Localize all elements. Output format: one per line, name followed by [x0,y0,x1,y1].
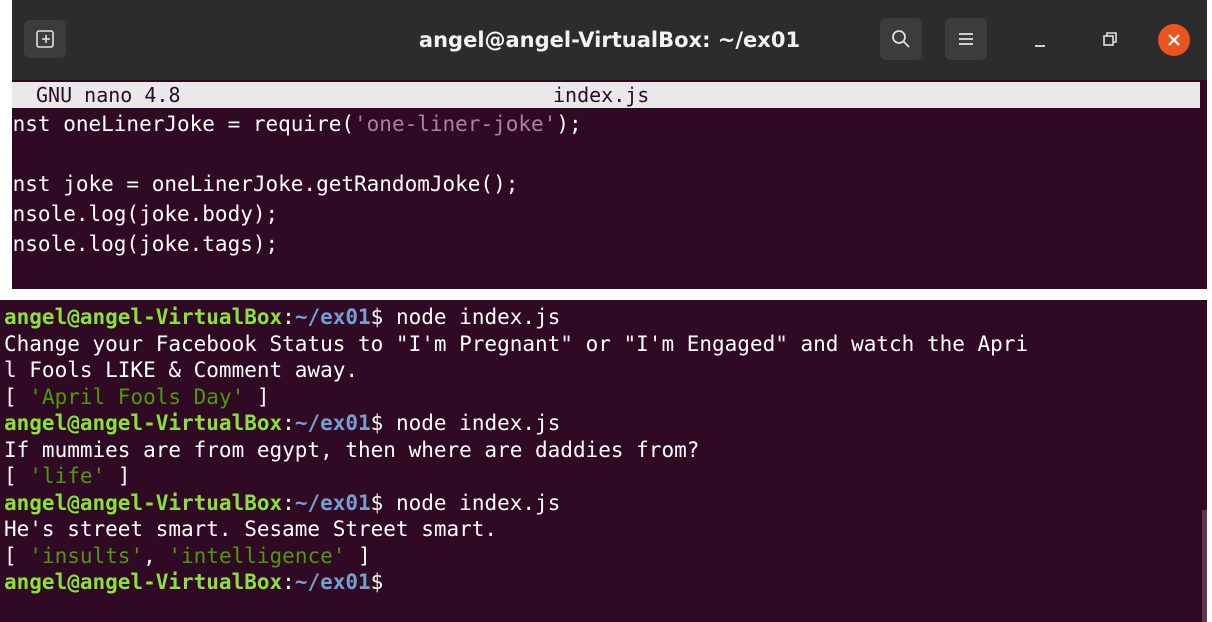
prompt-path: ~/ex01 [294,490,371,515]
command-text: node index.js [383,411,561,435]
maximize-button[interactable] [1094,24,1126,56]
scrollbar[interactable] [1202,510,1207,622]
minimize-button[interactable] [1024,24,1056,56]
header-bar: angel@angel-VirtualBox: ~/ex01 [12,0,1207,80]
terminal-output: angel@angel-VirtualBox:~/ex01$ node inde… [4,304,1200,596]
search-icon [892,30,910,48]
close-button[interactable] [1158,24,1190,56]
terminal-output-window[interactable]: angel@angel-VirtualBox:~/ex01$ node inde… [0,300,1207,622]
nano-editor[interactable]: onst oneLinerJoke = require('one-liner-j… [12,109,1207,259]
tag-value: 'April Fools Day' [29,384,245,409]
nano-version: GNU nano 4.8 [36,83,181,107]
command-text: node index.js [383,490,561,515]
prompt-line: angel@angel-VirtualBox:~/ex01$ node inde… [4,305,561,329]
code-line: onst oneLinerJoke = require('one-liner-j… [12,112,582,136]
nano-terminal-window: angel@angel-VirtualBox: ~/ex01 GNU nano … [12,0,1207,289]
tag-value: 'life' [29,464,106,488]
minimize-icon [1035,45,1045,47]
maximize-icon [1103,32,1117,46]
prompt-path: ~/ex01 [294,305,371,329]
tags-line: [ 'life' ] [4,464,131,488]
nano-filename: index.js [553,83,650,107]
prompt-path: ~/ex01 [294,411,371,435]
output-line: l Fools LIKE & Comment away. [4,358,359,382]
code-line: onsole.log(joke.tags); [12,232,279,256]
prompt-user: angel@angel-VirtualBox [4,305,283,329]
code-line: onsole.log(joke.body); [12,202,279,226]
code-line: onst joke = oneLinerJoke.getRandomJoke()… [12,172,519,196]
search-button[interactable] [880,18,922,60]
hamburger-menu-icon [959,33,973,45]
close-icon [1168,34,1180,46]
prompt-line: angel@angel-VirtualBox:~/ex01$ node inde… [4,490,561,515]
tags-line: [ 'insults', 'intelligence' ] [4,543,371,568]
prompt-line: angel@angel-VirtualBox:~/ex01$ node inde… [4,411,561,435]
prompt-user: angel@angel-VirtualBox [4,411,283,435]
output-line: He's street smart. Sesame Street smart. [4,517,498,541]
prompt-path: ~/ex01 [294,570,371,594]
prompt-line[interactable]: angel@angel-VirtualBox:~/ex01$ [4,569,1200,596]
command-text: node index.js [383,305,561,329]
tags-line: [ 'April Fools Day' ] [4,384,270,409]
prompt-user: angel@angel-VirtualBox [4,490,283,515]
output-line: If mummies are from egypt, then where ar… [4,437,700,462]
prompt-user: angel@angel-VirtualBox [4,570,283,594]
output-line: Change your Facebook Status to "I'm Preg… [4,331,1029,356]
nano-title-bar: GNU nano 4.8 index.js [12,82,1200,108]
tag-value: 'insults' [29,543,144,568]
menu-button[interactable] [945,18,987,60]
tag-value: 'intelligence' [168,543,346,568]
code-string: 'one-liner-joke' [354,112,557,136]
